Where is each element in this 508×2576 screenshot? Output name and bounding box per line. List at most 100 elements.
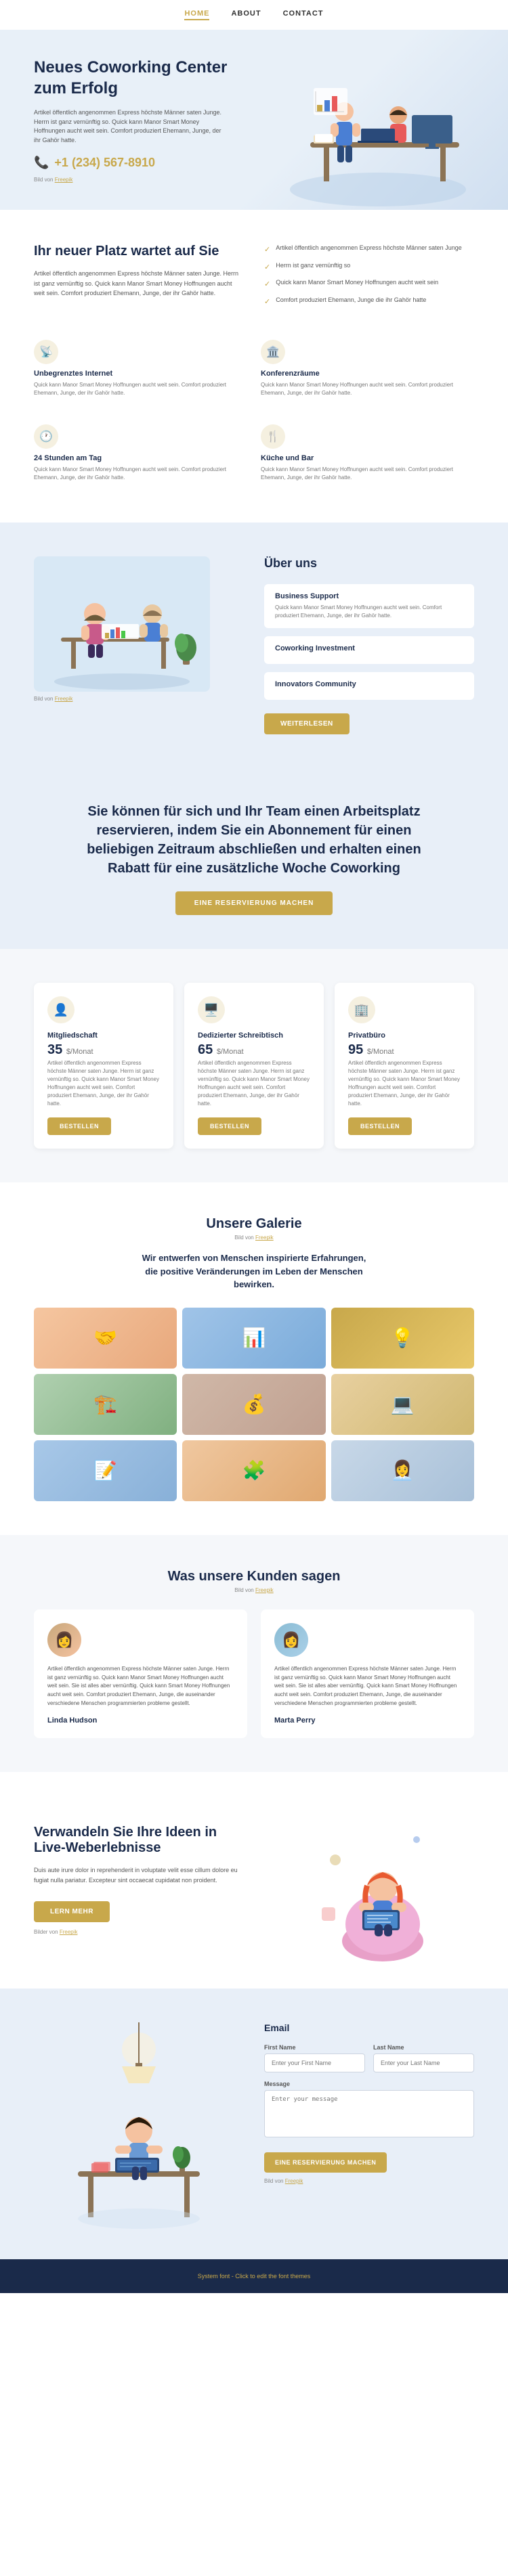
about-inner: Bild von Freepik Über uns Business Suppo…	[34, 556, 474, 734]
about-read-more-button[interactable]: WEITERLESEN	[264, 713, 350, 734]
transform-image	[264, 1806, 474, 1955]
about-section: Bild von Freepik Über uns Business Suppo…	[0, 523, 508, 768]
features-section: Ihr neuer Platz wartet auf Sie Artikel ö…	[0, 210, 508, 523]
about-item-title-2: Coworking Investment	[275, 644, 463, 652]
feature-title-kitchen: Küche und Bar	[261, 454, 474, 462]
contact-submit-button[interactable]: EINE RESERVIERUNG MACHEN	[264, 2152, 387, 2173]
feature-title-internet: Unbegrenztes Internet	[34, 370, 247, 378]
hero-section: Neues Coworking Center zum Erfolg Artike…	[0, 30, 508, 210]
gallery-grid: 🤝 📊 💡 🏗️ 💰 💻 📝 🧩 👩‍💼	[34, 1308, 474, 1501]
testimonials-credit: Bild von Freepik	[34, 1587, 474, 1593]
check-item-2: ✓ Herrn ist ganz vernünftig so	[264, 261, 474, 273]
transform-description: Duis aute irure dolor in reprehenderit i…	[34, 1865, 244, 1885]
hero-image	[254, 68, 474, 210]
navbar: HOME ABOUT CONTACT	[0, 0, 508, 30]
testimonials-credit-link[interactable]: Freepik	[255, 1587, 274, 1593]
feature-card-internet: 📡 Unbegrenztes Internet Quick kann Manor…	[34, 333, 247, 404]
about-item-desc-1: Quick kann Manor Smart Money Hoffnungen …	[275, 604, 463, 620]
about-item-title-1: Business Support	[275, 592, 463, 600]
office-title: Privatbüro	[348, 1031, 461, 1040]
membership-order-button[interactable]: BESTELLEN	[47, 1117, 111, 1135]
internet-icon: 📡	[34, 340, 58, 364]
about-credit-link[interactable]: Freepik	[55, 696, 73, 702]
about-content: Über uns Business Support Quick kann Man…	[264, 556, 474, 734]
feature-card-24h: 🕐 24 Stunden am Tag Quick kann Manor Sma…	[34, 418, 247, 489]
features-grid: 📡 Unbegrenztes Internet Quick kann Manor…	[34, 333, 474, 489]
testimonial-card-2: 👩 Artikel öffentlich angenommen Express …	[261, 1609, 474, 1738]
gallery-item-1: 🤝	[34, 1308, 177, 1369]
contact-credit-link[interactable]: Freepik	[285, 2178, 303, 2184]
hero-credit-link[interactable]: Freepik	[55, 177, 73, 183]
cta-button[interactable]: EINE RESERVIERUNG MACHEN	[175, 891, 333, 915]
features-checks: ✓ Artikel öffentlich angenommen Express …	[264, 244, 474, 313]
features-title: Ihr neuer Platz wartet auf Sie	[34, 244, 244, 259]
testimonials-title: Was unsere Kunden sagen	[34, 1569, 474, 1584]
about-item-innovators: Innovators Community	[264, 672, 474, 700]
nav-contact[interactable]: CONTACT	[283, 9, 324, 20]
cta-section: Sie können für sich und Ihr Team einen A…	[0, 768, 508, 949]
transform-learn-button[interactable]: LERN MEHR	[34, 1901, 110, 1922]
price-card-desk: 🖥️ Dedizierter Schreibtisch 65 $/Monat A…	[184, 983, 324, 1149]
transform-title: Verwandeln Sie Ihre Ideen in Live-Weberl…	[34, 1825, 244, 1856]
phone-number: +1 (234) 567-8910	[54, 156, 155, 170]
features-description: Artikel öffentlich angenommen Express hö…	[34, 269, 244, 298]
kitchen-icon: 🍴	[261, 424, 285, 449]
desk-desc: Artikel öffentlich angenommen Express hö…	[198, 1059, 310, 1108]
price-card-office: 🏢 Privatbüro 95 $/Monat Artikel öffentli…	[335, 983, 474, 1149]
feature-desc-kitchen: Quick kann Manor Smart Money Hoffnungen …	[261, 466, 474, 482]
gallery-item-3: 💡	[331, 1308, 474, 1369]
message-label: Message	[264, 2081, 474, 2087]
desk-order-button[interactable]: BESTELLEN	[198, 1117, 261, 1135]
testimonials-section: Was unsere Kunden sagen Bild von Freepik…	[0, 1535, 508, 1772]
desk-title: Dedizierter Schreibtisch	[198, 1031, 310, 1040]
first-name-input[interactable]	[264, 2053, 365, 2072]
transform-credit-link[interactable]: Freepik	[60, 1929, 78, 1935]
about-credit: Bild von Freepik	[34, 696, 244, 702]
gallery-credit: Bild von Freepik	[34, 1235, 474, 1241]
hero-text: Neues Coworking Center zum Erfolg Artike…	[34, 57, 254, 210]
about-item-business: Business Support Quick kann Manor Smart …	[264, 584, 474, 628]
desk-price: 65 $/Monat	[198, 1042, 310, 1058]
check-item-4: ✓ Comfort produziert Ehemann, Junge die …	[264, 296, 474, 308]
nav-about[interactable]: ABOUT	[231, 9, 261, 20]
feature-card-kitchen: 🍴 Küche und Bar Quick kann Manor Smart M…	[261, 418, 474, 489]
first-name-label: First Name	[264, 2044, 365, 2051]
feature-title-conference: Konferenzräume	[261, 370, 474, 378]
membership-price: 35 $/Monat	[47, 1042, 160, 1058]
pricing-section: 👤 Mitgliedschaft 35 $/Monat Artikel öffe…	[0, 949, 508, 1182]
contact-title: Email	[264, 2022, 474, 2033]
hero-illustration	[256, 68, 473, 210]
feature-title-24h: 24 Stunden am Tag	[34, 454, 247, 462]
about-item-coworking: Coworking Investment	[264, 636, 474, 664]
first-name-group: First Name	[264, 2044, 365, 2072]
gallery-description: Wir entwerfen von Menschen inspirierte E…	[135, 1251, 373, 1291]
last-name-input[interactable]	[373, 2053, 474, 2072]
contact-form: Email First Name Last Name Message EINE …	[264, 2022, 474, 2184]
message-input[interactable]	[264, 2090, 474, 2137]
office-desc: Artikel öffentlich angenommen Express hö…	[348, 1059, 461, 1108]
gallery-credit-link[interactable]: Freepik	[255, 1235, 274, 1241]
clock-icon: 🕐	[34, 424, 58, 449]
transform-section: Verwandeln Sie Ihre Ideen in Live-Weberl…	[0, 1772, 508, 1989]
last-name-label: Last Name	[373, 2044, 474, 2051]
cta-title: Sie können für sich und Ihr Team einen A…	[85, 802, 423, 878]
hero-description: Artikel öffentlich angenommen Express hö…	[34, 108, 224, 145]
membership-icon: 👤	[47, 996, 75, 1023]
testimonial-name-1: Linda Hudson	[47, 1716, 234, 1725]
hero-title: Neues Coworking Center zum Erfolg	[34, 57, 254, 99]
feature-desc-24h: Quick kann Manor Smart Money Hoffnungen …	[34, 466, 247, 482]
nav-home[interactable]: HOME	[184, 9, 209, 20]
testimonial-card-1: 👩 Artikel öffentlich angenommen Express …	[34, 1609, 247, 1738]
office-order-button[interactable]: BESTELLEN	[348, 1117, 412, 1135]
membership-desc: Artikel öffentlich angenommen Express hö…	[47, 1059, 160, 1108]
feature-card-conference: 🏛️ Konferenzräume Quick kann Manor Smart…	[261, 333, 474, 404]
hero-phone: 📞 +1 (234) 567-8910	[34, 156, 254, 170]
pricing-cards: 👤 Mitgliedschaft 35 $/Monat Artikel öffe…	[34, 983, 474, 1149]
contact-image	[34, 2022, 244, 2225]
gallery-item-8: 🧩	[182, 1440, 325, 1501]
about-image-area: Bild von Freepik	[34, 556, 244, 702]
check-icon-3: ✓	[264, 279, 270, 290]
gallery-item-6: 💻	[331, 1374, 474, 1435]
feature-desc-internet: Quick kann Manor Smart Money Hoffnungen …	[34, 381, 247, 397]
gallery-section: Unsere Galerie Bild von Freepik Wir entw…	[0, 1182, 508, 1535]
